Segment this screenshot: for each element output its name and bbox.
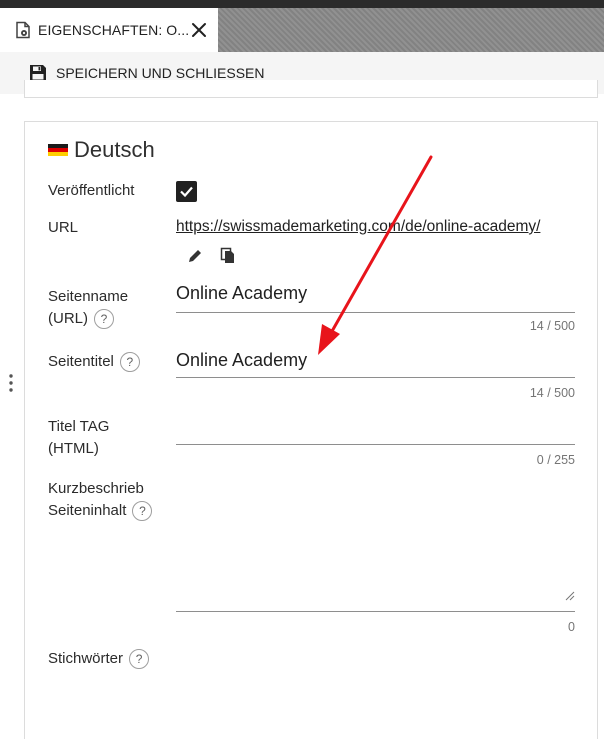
edit-pencil-icon[interactable] bbox=[186, 247, 204, 265]
page-title-underline bbox=[176, 377, 575, 378]
copy-icon[interactable] bbox=[219, 246, 237, 264]
help-icon[interactable]: ? bbox=[119, 352, 140, 373]
short-description-label-line2: Seiteninhalt bbox=[48, 502, 127, 519]
page-name-label-line2-row: (URL)? bbox=[48, 308, 128, 330]
title-tag-counter: 0 / 255 bbox=[536, 453, 575, 467]
short-description-underline bbox=[176, 611, 575, 612]
language-header: Deutsch bbox=[48, 137, 155, 163]
page-title-label-row: Seitentitel? bbox=[48, 351, 140, 373]
help-icon[interactable]: ? bbox=[94, 309, 114, 330]
checkmark-icon bbox=[180, 186, 193, 198]
page-name-label-line1: Seitenname bbox=[48, 288, 129, 305]
page-title-input[interactable]: Online Academy bbox=[176, 350, 307, 371]
published-checkbox[interactable] bbox=[176, 181, 197, 202]
title-tag-underline bbox=[176, 444, 575, 445]
page-name-label-line2: (URL) bbox=[48, 310, 88, 327]
drag-handle-icon[interactable] bbox=[9, 374, 13, 392]
page-name-label: Seitenname (URL)? bbox=[48, 286, 128, 330]
help-icon[interactable]: ? bbox=[132, 501, 153, 522]
resize-grip-icon[interactable] bbox=[565, 591, 575, 601]
page-name-input[interactable]: Online Academy bbox=[176, 283, 307, 304]
page-name-counter: 14 / 500 bbox=[529, 319, 575, 333]
page-title-counter: 14 / 500 bbox=[529, 386, 575, 400]
url-link[interactable]: https://swissmademarketing.com/de/online… bbox=[176, 218, 540, 236]
title-tag-input[interactable] bbox=[176, 420, 575, 442]
short-description-counter: 0 bbox=[568, 620, 575, 634]
previous-section-panel bbox=[24, 80, 598, 98]
title-tag-label: Titel TAG (HTML) bbox=[48, 416, 109, 460]
tab-properties[interactable]: EIGENSCHAFTEN: O... bbox=[0, 8, 218, 52]
close-icon[interactable] bbox=[188, 19, 210, 41]
save-and-close-label: SPEICHERN UND SCHLIESSEN bbox=[56, 65, 265, 81]
page-title-label: Seitentitel bbox=[48, 353, 114, 370]
window-top-bar bbox=[0, 0, 604, 8]
url-label: URL bbox=[48, 219, 79, 236]
title-tag-label-line2: (HTML) bbox=[48, 440, 99, 457]
tab-label: EIGENSCHAFTEN: O... bbox=[38, 22, 190, 38]
german-flag-icon bbox=[48, 144, 68, 156]
help-icon[interactable]: ? bbox=[129, 649, 150, 670]
short-description-textarea[interactable] bbox=[176, 480, 575, 608]
short-description-label-line2-row: Seiteninhalt? bbox=[48, 500, 153, 522]
language-title: Deutsch bbox=[74, 137, 155, 162]
page-name-underline bbox=[176, 312, 575, 313]
page-settings-icon bbox=[16, 21, 30, 39]
short-description-label: Kurzbeschrieb Seiteninhalt? bbox=[48, 478, 153, 522]
published-label: Veröffentlicht bbox=[48, 182, 135, 199]
title-tag-label-line1: Titel TAG bbox=[48, 418, 110, 435]
keywords-label-row: Stichwörter? bbox=[48, 648, 150, 670]
short-description-label-line1: Kurzbeschrieb bbox=[48, 480, 144, 497]
keywords-label: Stichwörter bbox=[48, 650, 124, 667]
